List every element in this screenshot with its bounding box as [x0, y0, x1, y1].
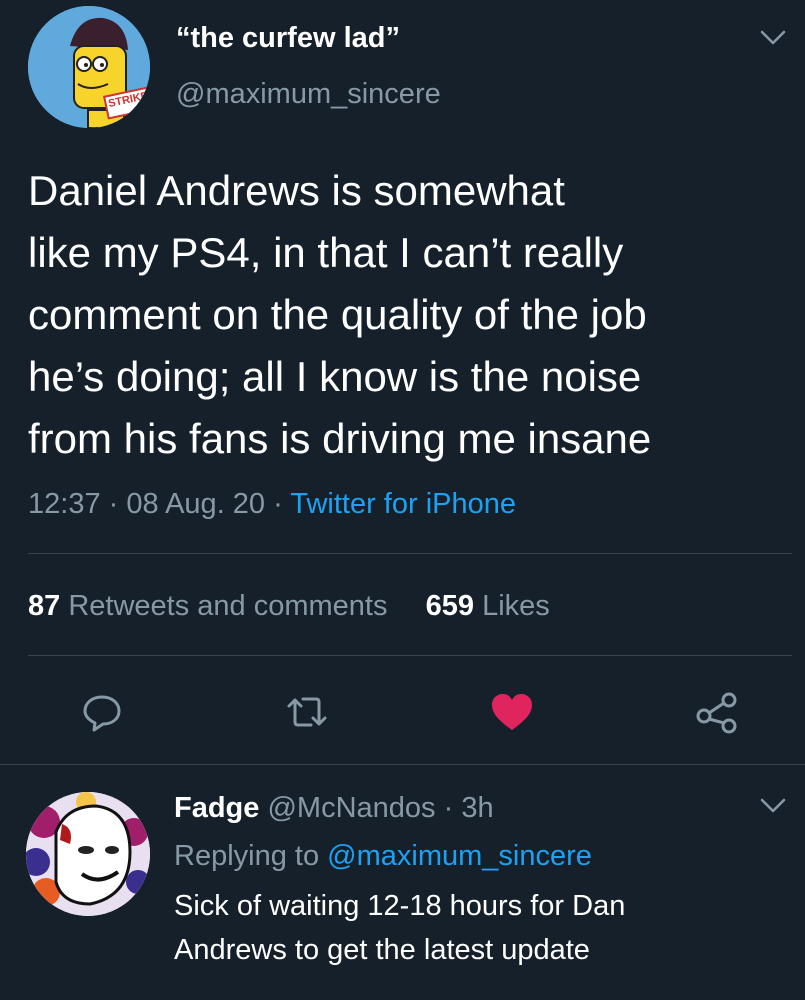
likes-stat[interactable]: 659 Likes — [426, 590, 550, 622]
retweets-count: 87 — [28, 590, 61, 622]
retweets-label: Retweets and comments — [68, 590, 388, 622]
tweet-text: Daniel Andrews is somewhat like my PS4, … — [28, 160, 788, 470]
reply-header: Fadge @McNandos · 3h — [174, 792, 494, 825]
replying-to: Replying to @maximum_sincere — [174, 840, 592, 873]
tweet-text-line: from his fans is driving me insane — [28, 415, 652, 462]
divider — [28, 655, 792, 656]
retweet-icon[interactable] — [282, 688, 332, 736]
chevron-down-icon[interactable] — [756, 794, 790, 818]
tweet-stats: 87 Retweets and comments 659 Likes — [28, 590, 550, 623]
divider — [0, 764, 805, 765]
reply-text-line: Andrews to get the latest update — [174, 934, 590, 966]
reply-age: 3h — [461, 792, 494, 824]
tweet-date: 08 Aug. 20 — [126, 488, 266, 520]
meta-separator: · — [273, 488, 283, 520]
reply-separator: · — [443, 792, 454, 824]
likes-label: Likes — [482, 590, 550, 622]
tweet-time: 12:37 — [28, 488, 101, 520]
avatar-image — [28, 6, 150, 128]
reply-avatar-image — [26, 792, 150, 916]
reply-avatar[interactable] — [26, 792, 150, 916]
share-icon[interactable] — [692, 688, 742, 736]
reply-handle[interactable]: @McNandos — [267, 792, 435, 824]
tweet-text-line: like my PS4, in that I can’t really — [28, 229, 624, 276]
tweet-text-line: comment on the quality of the job — [28, 291, 647, 338]
author-handle[interactable]: @maximum_sincere — [176, 78, 441, 111]
tweet-text-line: Daniel Andrews is somewhat — [28, 167, 565, 214]
divider — [28, 553, 792, 554]
replying-to-handle[interactable]: @maximum_sincere — [327, 840, 592, 872]
chevron-down-icon[interactable] — [756, 26, 790, 50]
replying-to-prefix: Replying to — [174, 840, 320, 872]
author-display-name[interactable]: “the curfew lad” — [176, 22, 400, 55]
reply-display-name[interactable]: Fadge — [174, 792, 259, 824]
likes-count: 659 — [425, 590, 474, 622]
comment-icon[interactable] — [78, 688, 126, 736]
heart-icon[interactable] — [488, 688, 536, 736]
reply-text-line: Sick of waiting 12-18 hours for Dan — [174, 890, 626, 922]
tweet-source-link[interactable]: Twitter for iPhone — [290, 488, 516, 520]
retweets-stat[interactable]: 87 Retweets and comments — [28, 590, 396, 622]
tweet-text-line: he’s doing; all I know is the noise — [28, 353, 642, 400]
meta-separator: · — [108, 488, 119, 520]
reply-text: Sick of waiting 12-18 hours for Dan Andr… — [174, 884, 784, 972]
author-avatar[interactable]: STRIKE — [28, 6, 150, 128]
tweet-meta: 12:37 · 08 Aug. 20 · Twitter for iPhone — [28, 488, 516, 521]
